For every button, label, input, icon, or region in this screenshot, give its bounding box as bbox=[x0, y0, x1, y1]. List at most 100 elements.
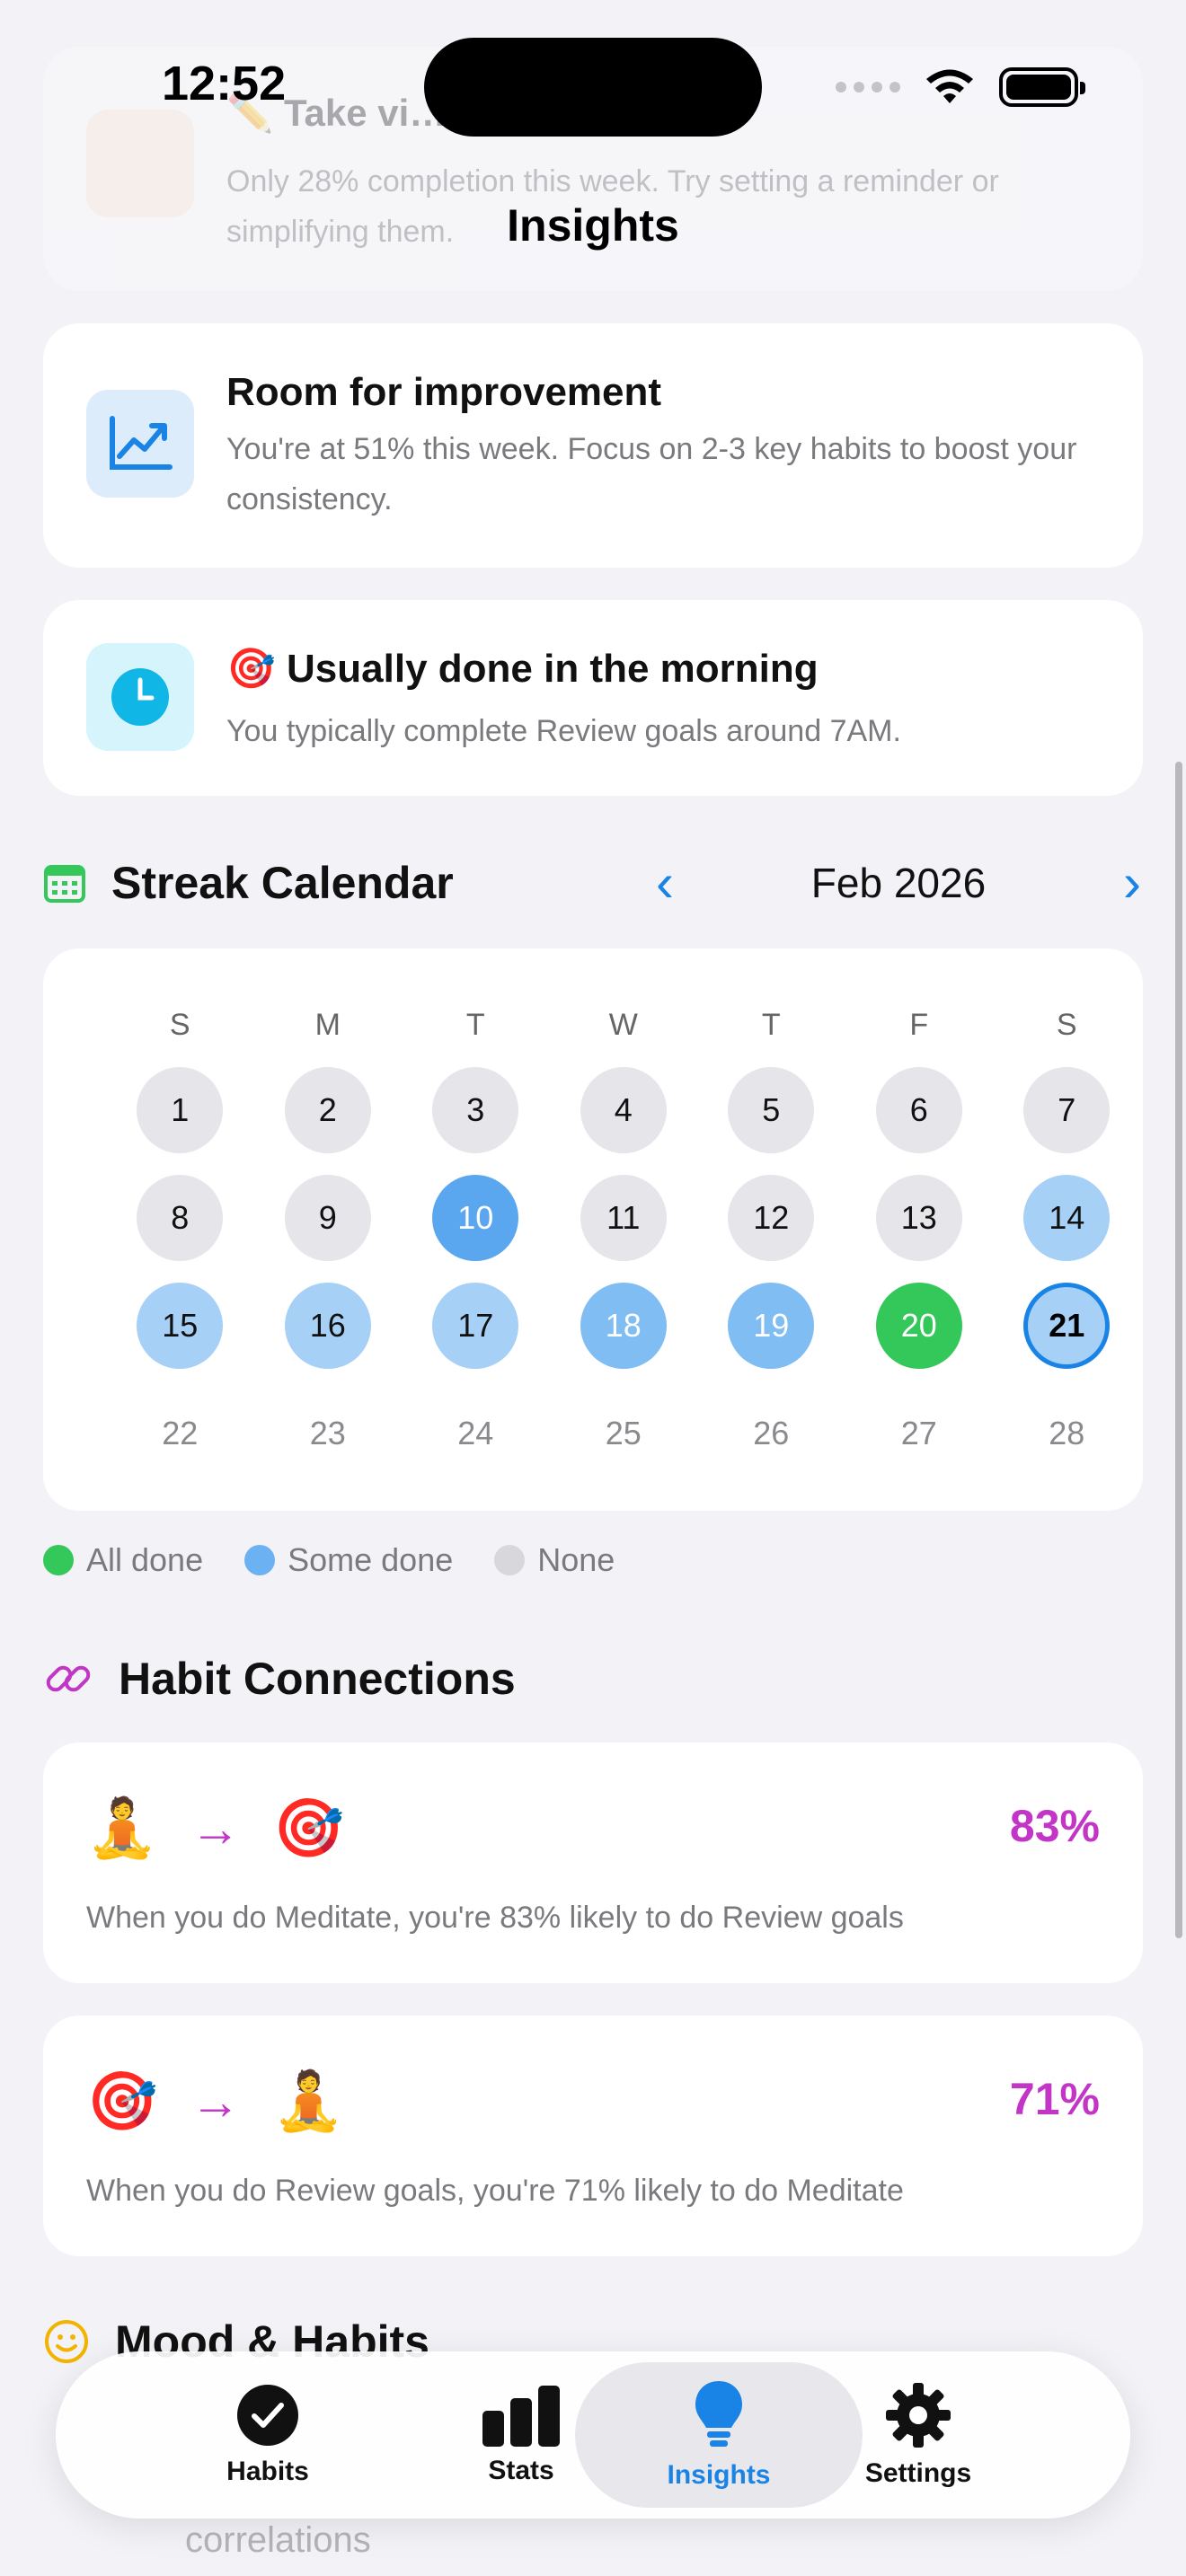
calendar-day[interactable]: 11 bbox=[580, 1175, 667, 1261]
streak-calendar-header: Streak Calendar bbox=[43, 851, 454, 914]
connection-percent: 71% bbox=[1009, 2074, 1100, 2124]
calendar-day[interactable]: 23 bbox=[285, 1390, 371, 1477]
calendar-day[interactable]: 2 bbox=[284, 1067, 371, 1153]
calendar-day-today[interactable]: 21 bbox=[1023, 1283, 1111, 1369]
calendar-day[interactable]: 16 bbox=[284, 1283, 371, 1369]
calendar-day[interactable]: 27 bbox=[876, 1390, 962, 1477]
dynamic-island bbox=[424, 38, 762, 137]
calendar-day[interactable]: 24 bbox=[432, 1390, 518, 1477]
chevron-left-icon[interactable]: ‹ bbox=[656, 856, 674, 910]
trend-chart-icon bbox=[86, 390, 194, 498]
month-label: Feb 2026 bbox=[810, 860, 987, 906]
section-title: Streak Calendar bbox=[111, 858, 454, 908]
legend-label: All done bbox=[86, 1541, 204, 1578]
calendar-day[interactable]: 28 bbox=[1023, 1390, 1110, 1477]
legend-item: None bbox=[494, 1541, 615, 1579]
legend-dot-icon bbox=[244, 1545, 276, 1575]
insight-title: Room for improvement bbox=[226, 370, 662, 414]
insight-title: 🎯 Usually done in the morning bbox=[226, 645, 819, 692]
insight-body: You typically complete Review goals arou… bbox=[226, 714, 901, 748]
status-icons bbox=[836, 65, 1085, 110]
calendar-day[interactable]: 12 bbox=[728, 1175, 815, 1261]
target-emoji-icon: 🎯 bbox=[86, 2069, 158, 2133]
weekday-label: M bbox=[314, 1008, 341, 1042]
habit-connections-header: Habit Connections bbox=[43, 1647, 516, 1710]
weekday-label: W bbox=[608, 1008, 638, 1042]
connection-percent: 83% bbox=[1009, 1801, 1100, 1851]
weekday-label: F bbox=[909, 1008, 929, 1042]
legend-item: All done bbox=[43, 1541, 203, 1579]
scrollbar[interactable] bbox=[1175, 762, 1182, 1938]
section-title: Habit Connections bbox=[119, 1654, 516, 1704]
mood-footer-text: correlations bbox=[185, 2520, 371, 2560]
weekday-label: S bbox=[1056, 1008, 1077, 1042]
meditate-emoji-icon: 🧘 bbox=[272, 2069, 345, 2133]
connection-description: When you do Meditate, you're 83% likely … bbox=[86, 1901, 904, 1935]
page-title: Insights bbox=[507, 200, 679, 251]
month-navigator: ‹ Feb 2026 › bbox=[656, 851, 1141, 914]
clock-icon bbox=[86, 643, 194, 751]
tab-label: Habits bbox=[226, 2457, 309, 2486]
weekday-header: SMTWTFS bbox=[106, 993, 1141, 1056]
calendar-day[interactable]: 14 bbox=[1023, 1175, 1111, 1261]
calendar-legend: All done Some done None bbox=[43, 1541, 615, 1579]
calendar-day[interactable]: 7 bbox=[1023, 1067, 1111, 1153]
tab-label: Insights bbox=[667, 2460, 771, 2490]
arrow-right-icon: → bbox=[190, 2072, 241, 2130]
signal-dots-icon bbox=[836, 82, 900, 93]
calendar-day[interactable]: 15 bbox=[137, 1283, 224, 1369]
calendar-day[interactable]: 1 bbox=[137, 1067, 224, 1153]
meditate-emoji-icon: 🧘 bbox=[86, 1795, 158, 1860]
bar-chart-icon bbox=[482, 2386, 560, 2447]
status-time: 12:52 bbox=[162, 57, 287, 110]
calendar-day[interactable]: 17 bbox=[432, 1283, 519, 1369]
calendar-day[interactable]: 26 bbox=[728, 1390, 814, 1477]
habit-connection-card: 🎯 → 🧘 71% When you do Review goals, you'… bbox=[43, 2016, 1143, 2256]
insight-card-morning: 🎯 Usually done in the morning You typica… bbox=[43, 600, 1143, 796]
calendar-day[interactable]: 5 bbox=[728, 1067, 815, 1153]
legend-dot-icon bbox=[494, 1545, 526, 1575]
calendar-week-row: 8 9 10 11 12 13 14 bbox=[106, 1164, 1141, 1272]
tab-settings[interactable]: Settings bbox=[774, 2362, 1062, 2508]
weekday-label: S bbox=[169, 1008, 190, 1042]
tab-label: Stats bbox=[488, 2456, 554, 2485]
legend-label: None bbox=[537, 1541, 615, 1578]
connection-flow: 🧘 → 🎯 bbox=[86, 1787, 344, 1868]
insight-title-text: Usually done in the morning bbox=[287, 647, 819, 691]
gear-icon bbox=[886, 2383, 951, 2448]
calendar-day[interactable]: 22 bbox=[137, 1390, 223, 1477]
calendar-day[interactable]: 10 bbox=[432, 1175, 519, 1261]
calendar-day[interactable]: 8 bbox=[137, 1175, 224, 1261]
lightbulb-icon bbox=[695, 2381, 742, 2447]
arrow-right-icon: → bbox=[190, 1799, 241, 1857]
weekday-label: T bbox=[465, 1008, 485, 1042]
calendar-day[interactable]: 6 bbox=[875, 1067, 962, 1153]
legend-item: Some done bbox=[244, 1541, 453, 1579]
battery-icon bbox=[999, 67, 1085, 107]
weekday-label: T bbox=[761, 1008, 781, 1042]
target-emoji-icon: 🎯 bbox=[226, 647, 276, 691]
insight-card-improvement: Room for improvement You're at 51% this … bbox=[43, 323, 1143, 568]
tab-habits[interactable]: Habits bbox=[124, 2362, 412, 2508]
calendar-day[interactable]: 19 bbox=[728, 1283, 815, 1369]
calendar-day[interactable]: 9 bbox=[284, 1175, 371, 1261]
calendar-icon bbox=[44, 865, 85, 903]
calendar-day[interactable]: 4 bbox=[580, 1067, 667, 1153]
calendar-day[interactable]: 18 bbox=[580, 1283, 667, 1369]
connection-description: When you do Review goals, you're 71% lik… bbox=[86, 2174, 904, 2208]
calendar-week-row: 15 16 17 18 19 20 21 bbox=[106, 1272, 1141, 1380]
calendar-day[interactable]: 20 bbox=[875, 1283, 962, 1369]
wifi-icon bbox=[926, 69, 973, 103]
chevron-right-icon[interactable]: › bbox=[1123, 856, 1141, 910]
calendar-week-row: 22 23 24 25 26 27 28 bbox=[106, 1380, 1141, 1487]
tab-label: Settings bbox=[864, 2458, 972, 2488]
calendar-day[interactable]: 13 bbox=[875, 1175, 962, 1261]
checkmark-circle-icon bbox=[237, 2385, 298, 2446]
calendar-day[interactable]: 3 bbox=[432, 1067, 519, 1153]
tab-bar: Habits Stats Insights Settings bbox=[56, 2351, 1130, 2519]
legend-dot-icon bbox=[43, 1545, 74, 1575]
calendar-week-row: 1234567 bbox=[106, 1056, 1141, 1164]
calendar-day[interactable]: 25 bbox=[580, 1390, 667, 1477]
legend-label: Some done bbox=[288, 1541, 454, 1578]
calendar-card: SMTWTFS 1 2 3 4 5 6 7 8 9 10 11 12 13 14 15 16 17 18 19 20 2… bbox=[43, 948, 1143, 1511]
